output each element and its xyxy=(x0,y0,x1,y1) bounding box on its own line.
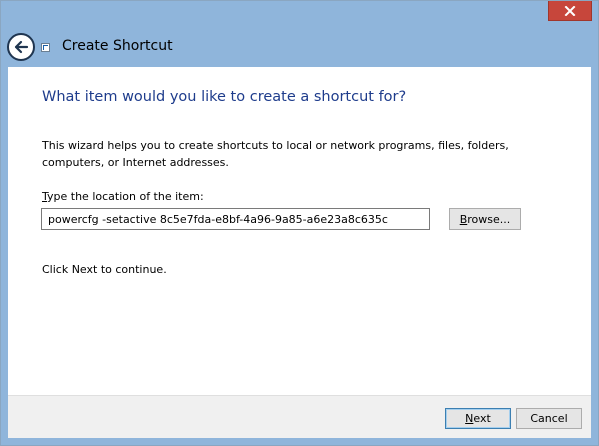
page-heading: What item would you like to create a sho… xyxy=(42,89,407,105)
create-shortcut-window: Create Shortcut What item would you like… xyxy=(0,0,599,446)
browse-button[interactable]: Browse... xyxy=(449,208,521,230)
location-input[interactable] xyxy=(41,208,430,230)
next-label-text: ext xyxy=(473,412,491,425)
wizard-content: What item would you like to create a sho… xyxy=(8,67,591,395)
browse-label-text: rowse... xyxy=(467,212,511,226)
continue-instruction: Click Next to continue. xyxy=(42,263,167,276)
wizard-description: This wizard helps you to create shortcut… xyxy=(42,139,509,169)
cancel-button[interactable]: Cancel xyxy=(516,408,582,429)
wizard-footer: Next Cancel xyxy=(8,395,591,438)
window-title: Create Shortcut xyxy=(62,38,173,54)
location-label-text: ype the location of the item: xyxy=(47,190,204,203)
next-button[interactable]: Next xyxy=(445,408,511,429)
close-icon xyxy=(564,5,576,16)
title-bar: Create Shortcut xyxy=(1,1,598,67)
back-arrow-icon xyxy=(14,40,29,54)
window-bottom-frame xyxy=(1,438,598,445)
back-button[interactable] xyxy=(7,33,35,61)
location-field-label: Type the location of the item: xyxy=(42,190,204,203)
shortcut-icon xyxy=(41,43,50,52)
close-button[interactable] xyxy=(548,1,592,21)
